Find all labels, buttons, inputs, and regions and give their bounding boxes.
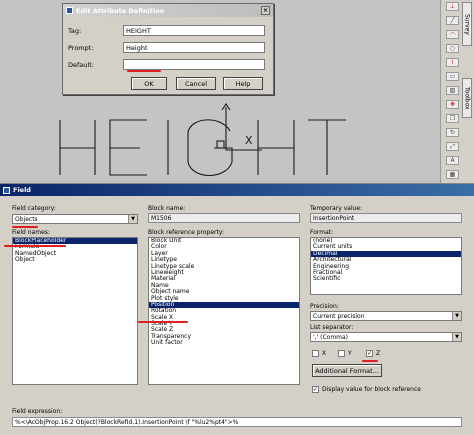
precision-label: Precision: bbox=[310, 303, 339, 310]
checkbox-y[interactable]: Y bbox=[338, 350, 352, 357]
expression-label: Field expression: bbox=[12, 408, 63, 415]
cursor-x-label: X bbox=[245, 134, 253, 147]
letter-h2 bbox=[257, 120, 295, 175]
tag-input[interactable]: HEIGHT bbox=[123, 25, 265, 36]
hatch-icon[interactable]: ▨ bbox=[446, 86, 459, 95]
temp-value: InsertionPoint bbox=[310, 213, 462, 223]
prompt-row: Prompt: Height bbox=[68, 42, 265, 53]
polyline-icon[interactable]: ⌇ bbox=[446, 58, 459, 67]
category-label: Field category: bbox=[12, 205, 56, 212]
circle-icon[interactable]: ○ bbox=[446, 44, 459, 53]
move-icon[interactable]: ✥ bbox=[446, 100, 459, 109]
letter-g bbox=[187, 119, 233, 176]
checkbox-x-box[interactable] bbox=[312, 350, 319, 357]
prompt-label: Prompt: bbox=[68, 43, 94, 52]
letter-t bbox=[308, 119, 346, 175]
app-icon bbox=[66, 7, 73, 14]
close-icon[interactable]: × bbox=[261, 6, 270, 15]
help-button[interactable]: Help bbox=[223, 77, 263, 90]
block-name-value: M1506 bbox=[148, 213, 300, 223]
additional-format-button[interactable]: Additional Format... bbox=[312, 364, 382, 377]
chevron-down-icon[interactable]: ▼ bbox=[128, 215, 137, 223]
tag-row: Tag: HEIGHT bbox=[68, 25, 265, 36]
arc-icon[interactable]: ◠ bbox=[446, 30, 459, 39]
checkbox-z[interactable]: ✓ Z bbox=[366, 350, 380, 357]
list-item[interactable]: Scientific bbox=[311, 275, 461, 282]
format-label: Format: bbox=[310, 229, 334, 236]
block-icon[interactable]: ▦ bbox=[446, 170, 459, 179]
display-value-label: Display value for block reference bbox=[322, 386, 421, 393]
checkbox-y-label: Y bbox=[348, 350, 352, 357]
field-dialog-titlebar[interactable]: Field bbox=[0, 184, 474, 196]
copy-icon[interactable]: ❐ bbox=[446, 114, 459, 123]
checkbox-z-label: Z bbox=[376, 350, 381, 357]
field-dialog: Field Field category: Objects ▼ Field na… bbox=[0, 183, 474, 435]
block-name-label: Block name: bbox=[148, 205, 186, 212]
checkbox-y-box[interactable] bbox=[338, 350, 345, 357]
scale-icon[interactable]: ⤢ bbox=[446, 142, 459, 151]
red-annotation bbox=[12, 226, 38, 228]
category-value: Objects bbox=[15, 215, 38, 223]
line-icon[interactable]: ╱ bbox=[446, 16, 459, 25]
field-names-list[interactable]: BlockPlaceholder Formula NamedObject Obj… bbox=[12, 237, 138, 385]
dimension-icon[interactable]: ⊥ bbox=[446, 2, 459, 11]
edit-attribute-dialog: Edit Attribute Definition × Tag: HEIGHT … bbox=[62, 3, 274, 95]
list-item[interactable]: Object bbox=[13, 256, 137, 263]
ok-button[interactable]: OK bbox=[131, 77, 167, 90]
checkmark-icon[interactable]: ✓ bbox=[366, 350, 373, 357]
red-annotation bbox=[127, 70, 161, 72]
checkmark-icon[interactable]: ✓ bbox=[312, 386, 319, 393]
precision-value: Current precision bbox=[313, 312, 365, 320]
category-select[interactable]: Objects ▼ bbox=[12, 214, 138, 224]
separator-value: ',' (Comma) bbox=[313, 333, 349, 341]
display-value-checkbox[interactable]: ✓ Display value for block reference bbox=[312, 386, 421, 393]
block-ref-label: Block reference property: bbox=[148, 229, 224, 236]
checkbox-x[interactable]: X bbox=[312, 350, 326, 357]
survey-tab[interactable]: Survey bbox=[462, 2, 472, 46]
prompt-input[interactable]: Height bbox=[123, 42, 265, 53]
crosshair-cursor bbox=[225, 107, 262, 151]
red-annotation bbox=[4, 245, 66, 247]
red-annotation bbox=[362, 360, 378, 362]
list-item[interactable]: Unit factor bbox=[149, 339, 299, 346]
rectangle-icon[interactable]: ▭ bbox=[446, 72, 459, 81]
chevron-down-icon[interactable]: ▼ bbox=[452, 312, 461, 320]
app-icon bbox=[3, 186, 10, 194]
checkbox-x-label: X bbox=[322, 350, 327, 357]
letter-h1 bbox=[59, 120, 96, 175]
toolbox-tab[interactable]: Toolbox bbox=[462, 78, 472, 118]
separator-select[interactable]: ',' (Comma) ▼ bbox=[310, 332, 462, 342]
attr-dialog-title: Edit Attribute Definition bbox=[76, 6, 165, 15]
tag-label: Tag: bbox=[68, 26, 82, 35]
text-icon[interactable]: A bbox=[446, 156, 459, 165]
attr-dialog-titlebar[interactable]: Edit Attribute Definition × bbox=[63, 4, 273, 17]
chevron-down-icon[interactable]: ▼ bbox=[452, 333, 461, 341]
default-input[interactable] bbox=[123, 59, 265, 70]
default-row: Default: bbox=[68, 59, 265, 70]
letter-e bbox=[109, 119, 147, 176]
separator-label: List separator: bbox=[310, 324, 354, 331]
field-dialog-title: Field bbox=[13, 186, 31, 194]
temp-value-label: Temporary value: bbox=[310, 205, 363, 212]
right-toolbar: Survey Toolbox ⊥ ╱ ◠ ○ ⌇ ▭ ▨ ✥ ❐ ↻ ⤢ A ▦ bbox=[440, 0, 474, 183]
block-properties-list[interactable]: Block Unit Color Layer Linetype Linetype… bbox=[148, 237, 300, 385]
precision-select[interactable]: Current precision ▼ bbox=[310, 311, 462, 321]
default-label: Default: bbox=[68, 60, 94, 69]
field-names-label: Field names: bbox=[12, 229, 50, 236]
red-annotation bbox=[138, 321, 188, 323]
cancel-button[interactable]: Cancel bbox=[176, 77, 216, 90]
format-list[interactable]: (none) Current units Decimal Architectur… bbox=[310, 237, 462, 295]
expression-value[interactable]: %<\AcObjProp.16.2 Object(?BlockRefId,1).… bbox=[12, 417, 462, 427]
rotate-icon[interactable]: ↻ bbox=[446, 128, 459, 137]
